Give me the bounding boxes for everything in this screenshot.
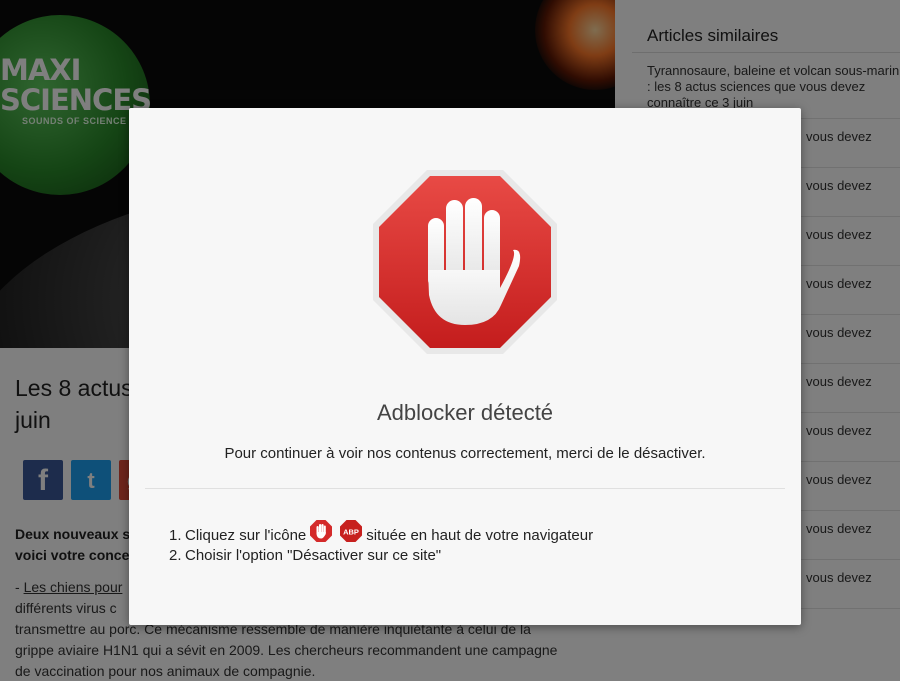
step-number: 1.: [169, 526, 182, 544]
step2-text: Choisir l'option "Désactiver sur ce site…: [185, 547, 442, 564]
instruction-step-2: 2. Choisir l'option "Désactiver sur ce s…: [169, 546, 769, 565]
adblocker-modal: Adblocker détecté Pour continuer à voir …: [129, 108, 801, 625]
modal-divider: [145, 488, 785, 489]
adblock-hand-icon: [310, 520, 333, 542]
instruction-step-1: 1. Cliquez sur l'icône ABP située en hau…: [169, 520, 769, 546]
adblock-plus-icon: ABP: [340, 520, 363, 542]
modal-text: Pour continuer à voir nos contenus corre…: [224, 445, 706, 462]
modal-title: Adblocker détecté: [376, 400, 554, 425]
step1-text-before: Cliquez sur l'icône: [185, 526, 307, 544]
step-number: 2.: [169, 547, 182, 564]
abp-label: ABP: [343, 528, 359, 537]
instruction-list: 1. Cliquez sur l'icône ABP située en hau…: [169, 520, 769, 565]
step1-text-after: située en haut de votre navigateur: [366, 526, 594, 544]
stop-hand-icon: [373, 170, 557, 354]
